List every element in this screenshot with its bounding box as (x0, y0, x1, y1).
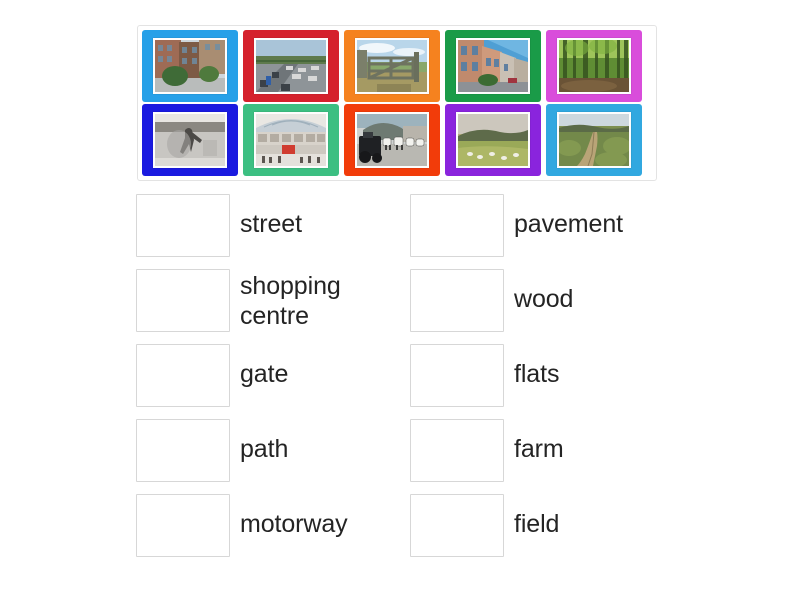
image-tile-path[interactable] (546, 104, 642, 176)
image-matte (355, 38, 429, 94)
answer-label: shopping centre (240, 272, 341, 330)
image-matte (557, 38, 631, 94)
image-tile-flats[interactable] (142, 30, 238, 102)
image-matte (153, 112, 227, 168)
drop-box-gate[interactable] (136, 344, 230, 407)
answer-label: flats (514, 360, 560, 388)
image-tile-motorway[interactable] (243, 30, 339, 102)
answer-label: motorway (240, 510, 348, 538)
image-matte (456, 38, 530, 94)
answer-area: street shopping centre gate path motorwa… (136, 194, 696, 569)
image-tile-field[interactable] (445, 104, 541, 176)
answer-row: farm (410, 419, 684, 494)
image-matte (254, 38, 328, 94)
answer-row: wood (410, 269, 684, 344)
answer-label: wood (514, 285, 574, 313)
thumbnail-wood (559, 40, 629, 92)
answer-row: flats (410, 344, 684, 419)
thumbnail-pavement (155, 114, 225, 166)
answer-row: gate (136, 344, 410, 419)
answer-label: gate (240, 360, 289, 388)
answer-label: pavement (514, 210, 623, 238)
drop-box-pavement[interactable] (410, 194, 504, 257)
image-tile-street[interactable] (445, 30, 541, 102)
drop-box-field[interactable] (410, 494, 504, 557)
answer-column-left: street shopping centre gate path motorwa… (136, 194, 410, 569)
answer-label: path (240, 435, 289, 463)
thumbnail-shopping-centre (256, 114, 326, 166)
drop-box-shopping-centre[interactable] (136, 269, 230, 332)
answer-row: field (410, 494, 684, 569)
answer-row: shopping centre (136, 269, 410, 344)
drop-box-motorway[interactable] (136, 494, 230, 557)
answer-label: field (514, 510, 560, 538)
thumbnail-motorway (256, 40, 326, 92)
image-matte (456, 112, 530, 168)
image-tray-row-1 (142, 30, 652, 102)
image-tile-wood[interactable] (546, 30, 642, 102)
thumbnail-flats (155, 40, 225, 92)
image-matte (153, 38, 227, 94)
image-tile-farm[interactable] (344, 104, 440, 176)
image-tray (137, 25, 657, 181)
answer-row: motorway (136, 494, 410, 569)
thumbnail-field (458, 114, 528, 166)
answer-row: pavement (410, 194, 684, 269)
drop-box-path[interactable] (136, 419, 230, 482)
answer-row: street (136, 194, 410, 269)
image-tile-gate[interactable] (344, 30, 440, 102)
drop-box-farm[interactable] (410, 419, 504, 482)
image-matte (557, 112, 631, 168)
answer-label: street (240, 210, 302, 238)
answer-column-right: pavement wood flats farm field (410, 194, 684, 569)
answer-row: path (136, 419, 410, 494)
thumbnail-gate (357, 40, 427, 92)
thumbnail-path (559, 114, 629, 166)
thumbnail-street (458, 40, 528, 92)
image-matte (254, 112, 328, 168)
drop-box-wood[interactable] (410, 269, 504, 332)
thumbnail-farm (357, 114, 427, 166)
drop-box-street[interactable] (136, 194, 230, 257)
image-matte (355, 112, 429, 168)
image-tile-shopping-centre[interactable] (243, 104, 339, 176)
drop-box-flats[interactable] (410, 344, 504, 407)
answer-label: farm (514, 435, 564, 463)
image-tray-row-2 (142, 104, 652, 176)
image-tile-pavement[interactable] (142, 104, 238, 176)
